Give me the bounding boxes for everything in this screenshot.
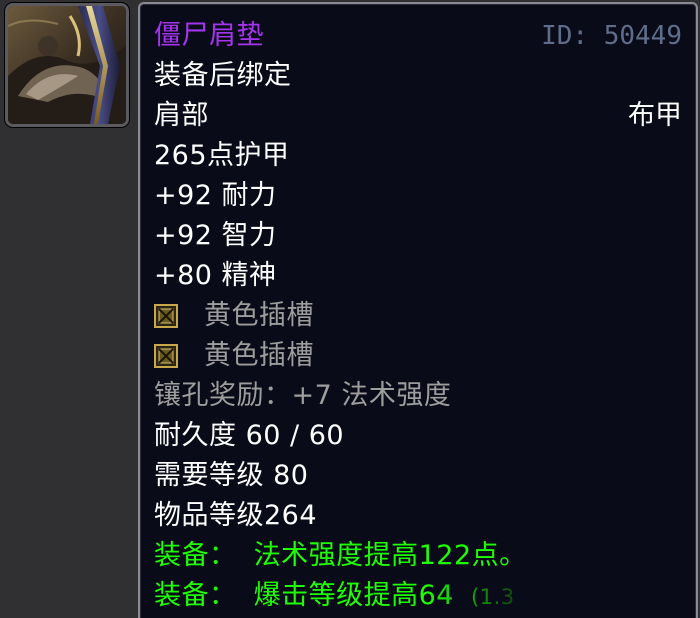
- equip-note: (1.3: [471, 585, 515, 609]
- item-icon-frame[interactable]: [5, 3, 129, 127]
- item-name: 僵尸肩垫: [154, 20, 264, 51]
- item-slot: 肩部: [154, 100, 209, 131]
- socket-row: 黄色插槽: [154, 300, 314, 332]
- equip-effect: 装备： 爆击等级提高64 (1.3: [154, 580, 544, 613]
- socket-label: 黄色插槽: [204, 340, 314, 371]
- item-id: ID: 50449: [541, 21, 682, 51]
- socket-bonus: 镶孔奖励：+7 法术强度: [154, 380, 452, 411]
- required-level: 需要等级 80: [154, 460, 309, 491]
- armor-type: 布甲: [628, 100, 682, 131]
- armor-value: 265点护甲: [154, 140, 290, 171]
- yellow-socket-icon: [154, 304, 178, 328]
- socket-row: 黄色插槽: [154, 340, 314, 372]
- stat-intellect: +92 智力: [154, 220, 277, 251]
- stat-spirit: +80 精神: [154, 260, 277, 291]
- screen: 僵尸肩垫 ID: 50449 装备后绑定 肩部 布甲 265点护甲 +92 耐力…: [0, 0, 700, 618]
- equip-prefix: 装备：: [154, 540, 237, 571]
- equip-text: 爆击等级提高64: [253, 580, 454, 611]
- item-level: 物品等级264: [154, 500, 318, 531]
- item-tooltip: 僵尸肩垫 ID: 50449 装备后绑定 肩部 布甲 265点护甲 +92 耐力…: [138, 2, 698, 618]
- yellow-socket-icon: [154, 344, 178, 368]
- durability: 耐久度 60 / 60: [154, 420, 345, 451]
- equip-text: 法术强度提高122点。: [253, 540, 527, 571]
- equip-prefix: 装备：: [154, 580, 237, 611]
- shoulder-pad-icon: [8, 6, 126, 124]
- equip-effect: 装备： 法术强度提高122点。: [154, 540, 527, 572]
- bind-type: 装备后绑定: [154, 60, 292, 91]
- socket-label: 黄色插槽: [204, 300, 314, 331]
- stat-stamina: +92 耐力: [154, 180, 277, 211]
